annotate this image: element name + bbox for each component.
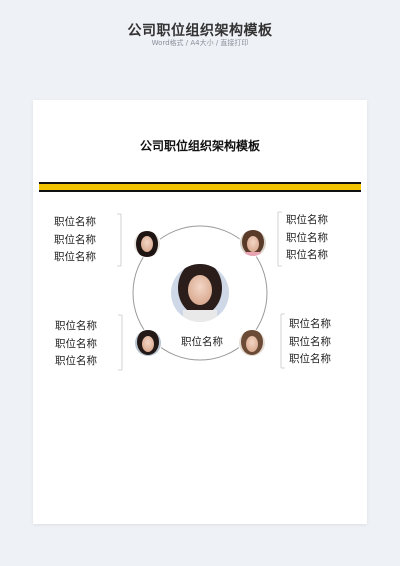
page-header-title: 公司职位组织架构模板 (127, 23, 273, 39)
avatar-top-left (133, 230, 161, 258)
position-label: 职位名称 (286, 214, 328, 226)
group-top-right: 职位名称 职位名称 职位名称 (286, 212, 328, 265)
position-label: 职位名称 (54, 216, 96, 228)
position-label: 职位名称 (55, 320, 97, 332)
group-top-left: 职位名称 职位名称 职位名称 (54, 214, 96, 267)
position-label: 职位名称 (289, 335, 331, 348)
avatar-top-right (239, 229, 267, 257)
center-position-label: 职位名称 (181, 336, 223, 348)
page-header-subtitle: Word格式 / A4大小 / 直接打印 (151, 39, 249, 47)
group-bottom-left: 职位名称 职位名称 职位名称 (55, 318, 97, 371)
avatar-bottom-right (238, 329, 266, 357)
document-page: 公司职位组织架构模板 职位名称 职位名称 职位名称 职位名称 职位名称 职位名称… (33, 100, 367, 524)
position-label: 职位名称 (286, 231, 328, 244)
position-label: 职位名称 (289, 318, 331, 330)
org-chart-graphic (117, 211, 285, 371)
position-label: 职位名称 (54, 251, 96, 263)
group-bottom-right: 职位名称 职位名称 职位名称 (289, 316, 331, 369)
center-avatar (170, 263, 230, 323)
position-label: 职位名称 (55, 337, 97, 350)
position-label: 职位名称 (54, 233, 96, 246)
position-label: 职位名称 (55, 355, 97, 367)
position-label: 职位名称 (286, 249, 328, 261)
avatar-bottom-left (134, 329, 162, 357)
position-label: 职位名称 (289, 353, 331, 365)
